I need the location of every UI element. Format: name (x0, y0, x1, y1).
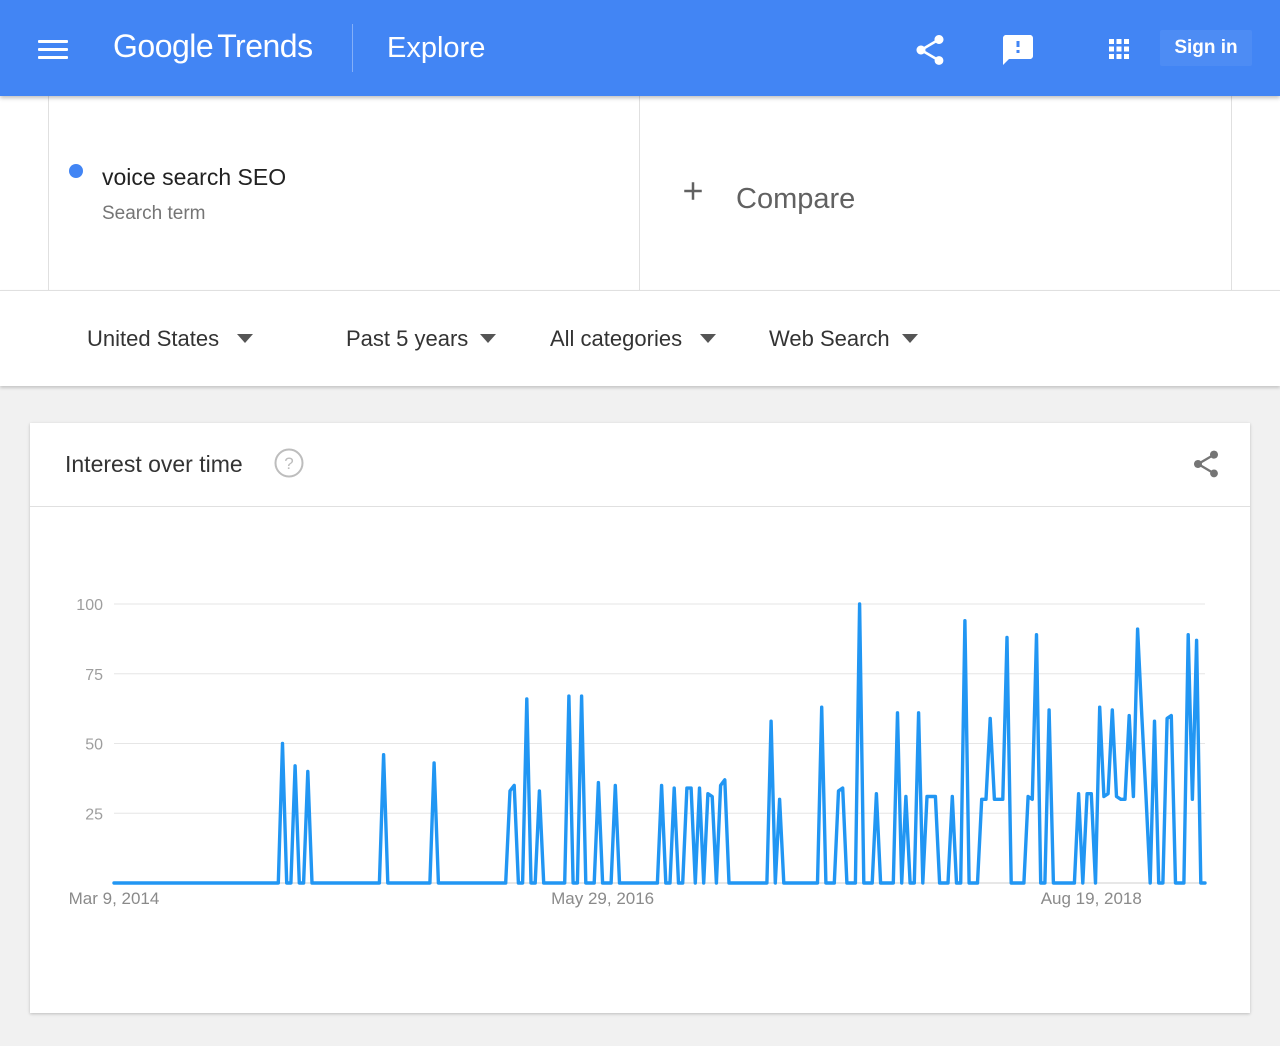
y-tick-label: 100 (76, 597, 103, 614)
search-term-type: Search term (102, 203, 206, 224)
chevron-down-icon (901, 333, 918, 343)
time-range-value: Past 5 years (346, 326, 469, 351)
search-term-name[interactable]: voice search SEO (102, 162, 286, 192)
search-type-dropdown[interactable]: Web Search (769, 323, 918, 355)
interest-line-chart[interactable]: 25 50 75 100 Mar 9, 2014 May 29, 2016 Aug 19,… (30, 507, 1250, 1013)
chevron-down-icon (700, 333, 717, 343)
chevron-down-icon (237, 333, 254, 343)
logo-trends-text: Trends (217, 28, 313, 64)
plus-icon (684, 182, 702, 200)
chevron-down-icon (480, 333, 497, 343)
x-tick-label: Mar 9, 2014 (69, 889, 160, 908)
category-value: All categories (550, 326, 683, 351)
search-term-card[interactable]: voice search SEO Search term (48, 96, 640, 290)
y-tick-label: 75 (85, 667, 103, 684)
time-range-dropdown[interactable]: Past 5 years (346, 323, 497, 355)
card-header: Interest over time ? (30, 423, 1250, 507)
compare-button[interactable]: Compare (640, 96, 1232, 290)
logo-google-text: Google (113, 28, 214, 64)
region-value: United States (87, 326, 220, 351)
page-title: Explore (387, 32, 486, 64)
compare-label: Compare (736, 183, 856, 215)
google-trends-logo[interactable]: Google Trends (113, 26, 313, 66)
svg-text:?: ? (284, 454, 293, 473)
sign-in-button[interactable]: Sign in (1160, 30, 1252, 66)
share-icon[interactable] (912, 32, 948, 68)
header-divider (352, 24, 353, 72)
term-color-dot (69, 164, 83, 178)
apps-grid-icon[interactable] (1104, 34, 1134, 64)
region-dropdown[interactable]: United States (87, 323, 254, 355)
x-tick-label: May 29, 2016 (551, 889, 654, 908)
feedback-icon[interactable] (1000, 32, 1036, 68)
help-icon[interactable]: ? (273, 447, 305, 479)
card-title: Interest over time (65, 451, 243, 477)
x-tick-label: Aug 19, 2018 (1041, 889, 1142, 908)
y-tick-label: 25 (85, 806, 103, 823)
menu-icon[interactable] (38, 38, 70, 62)
search-type-value: Web Search (769, 326, 890, 351)
category-dropdown[interactable]: All categories (550, 323, 717, 355)
y-tick-label: 50 (85, 737, 103, 754)
filter-bar: United States Past 5 years All categorie… (0, 290, 1280, 386)
share-icon[interactable] (1190, 448, 1222, 480)
interest-over-time-card: Interest over time ? 25 50 75 100 Mar 9, 20… (30, 423, 1250, 1013)
search-terms-area: voice search SEO Search term Compare (0, 96, 1280, 290)
top-app-bar: Google Trends Explore Sign in (0, 0, 1280, 96)
